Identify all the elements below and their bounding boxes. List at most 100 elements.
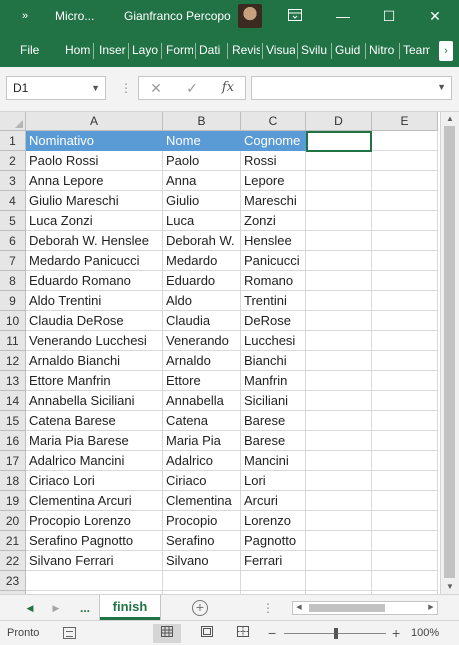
table-cell[interactable] [306,571,372,591]
column-header-b[interactable]: B [163,112,241,131]
scroll-right-icon[interactable]: ▶ [425,602,437,614]
table-cell[interactable] [372,171,438,191]
table-cell[interactable] [372,211,438,231]
table-cell[interactable]: Claudia DeRose [26,311,163,331]
table-cell[interactable]: Maria Pia [163,431,241,451]
table-cell[interactable] [372,571,438,591]
page-layout-view-icon[interactable] [193,624,221,643]
table-cell[interactable] [163,571,241,591]
table-cell[interactable] [306,331,372,351]
table-cell[interactable]: Lori [241,471,306,491]
row-header[interactable]: 19 [0,491,26,511]
table-cell[interactable] [372,271,438,291]
vertical-scroll-thumb[interactable] [444,126,455,578]
table-cell[interactable] [306,151,372,171]
table-cell[interactable] [306,391,372,411]
more-sheets-button[interactable]: ... [80,597,90,619]
table-cell[interactable]: Zonzi [241,211,306,231]
table-cell[interactable]: Annabella Siciliani [26,391,163,411]
table-cell[interactable] [306,131,372,151]
row-header[interactable]: 7 [0,251,26,271]
expand-formula-bar-icon[interactable]: ▼ [437,82,446,92]
table-cell[interactable]: Deborah W. [163,231,241,251]
table-cell[interactable]: Ciriaco Lori [26,471,163,491]
close-button[interactable]: ✕ [416,0,454,33]
table-cell[interactable] [306,371,372,391]
table-cell[interactable]: Panicucci [241,251,306,271]
table-cell[interactable]: Eduardo Romano [26,271,163,291]
horizontal-scroll-thumb[interactable] [309,604,385,612]
row-header[interactable]: 22 [0,551,26,571]
avatar[interactable] [238,4,262,28]
table-cell[interactable] [372,471,438,491]
add-sheet-button[interactable]: + [192,600,208,616]
table-cell[interactable]: Adalrico Mancini [26,451,163,471]
table-cell[interactable]: Eduardo [163,271,241,291]
row-header[interactable]: 8 [0,271,26,291]
ribbon-display-options-icon[interactable] [276,0,314,33]
table-cell[interactable] [306,451,372,471]
table-cell[interactable] [306,191,372,211]
table-cell[interactable]: Manfrin [241,371,306,391]
tab-home[interactable]: Hom [65,33,91,67]
row-header[interactable]: 3 [0,171,26,191]
tab-review[interactable]: Revis [232,33,260,67]
row-header[interactable]: 17 [0,451,26,471]
table-cell[interactable]: Luca Zonzi [26,211,163,231]
row-header[interactable]: 15 [0,411,26,431]
table-cell[interactable]: Venerando [163,331,241,351]
table-cell[interactable] [372,291,438,311]
row-header[interactable]: 14 [0,391,26,411]
table-cell[interactable]: Venerando Lucchesi [26,331,163,351]
table-cell[interactable] [306,511,372,531]
zoom-out-button[interactable]: − [268,621,276,645]
table-cell[interactable]: Luca [163,211,241,231]
table-cell[interactable]: Ciriaco [163,471,241,491]
table-header-cell[interactable]: Nominativo [26,131,163,151]
chevron-down-icon[interactable]: ▼ [91,77,100,99]
table-cell[interactable]: Deborah W. Henslee [26,231,163,251]
row-header[interactable]: 16 [0,431,26,451]
row-header[interactable]: 2 [0,151,26,171]
row-header[interactable]: 13 [0,371,26,391]
table-cell[interactable] [372,391,438,411]
table-cell[interactable] [372,431,438,451]
table-cell[interactable]: Ettore Manfrin [26,371,163,391]
tab-file[interactable]: File [20,33,39,67]
vertical-scrollbar[interactable]: ▲ ▼ [440,112,459,594]
table-cell[interactable]: Siciliani [241,391,306,411]
table-cell[interactable]: Adalrico [163,451,241,471]
table-cell[interactable] [372,131,438,151]
table-cell[interactable]: Mareschi [241,191,306,211]
table-cell[interactable] [372,231,438,251]
table-cell[interactable]: Serafino Pagnotto [26,531,163,551]
table-cell[interactable]: Maria Pia Barese [26,431,163,451]
previous-sheet-icon[interactable]: ◀ [20,597,40,619]
table-cell[interactable]: Ettore [163,371,241,391]
table-header-cell[interactable]: Cognome [241,131,306,151]
insert-function-button[interactable]: fx [213,77,243,99]
name-box[interactable]: D1 ▼ [6,76,106,100]
table-cell[interactable] [306,471,372,491]
table-cell[interactable]: Anna Lepore [26,171,163,191]
row-header[interactable]: 20 [0,511,26,531]
table-cell[interactable]: Catena [163,411,241,431]
table-cell[interactable] [372,411,438,431]
tab-team[interactable]: Team [403,33,430,67]
table-cell[interactable] [306,551,372,571]
macro-record-icon[interactable] [63,627,76,639]
table-cell[interactable]: Henslee [241,231,306,251]
table-cell[interactable] [372,311,438,331]
table-cell[interactable] [372,511,438,531]
table-cell[interactable] [306,531,372,551]
table-cell[interactable]: Trentini [241,291,306,311]
scroll-up-icon[interactable]: ▲ [444,112,456,126]
table-cell[interactable]: Pagnotto [241,531,306,551]
row-header[interactable]: 9 [0,291,26,311]
table-cell[interactable] [306,271,372,291]
table-cell[interactable]: Catena Barese [26,411,163,431]
tab-view[interactable]: Visua [266,33,295,67]
select-all-button[interactable] [0,112,26,131]
tab-split-handle-icon[interactable]: ⋮ [262,597,274,619]
row-header[interactable]: 11 [0,331,26,351]
